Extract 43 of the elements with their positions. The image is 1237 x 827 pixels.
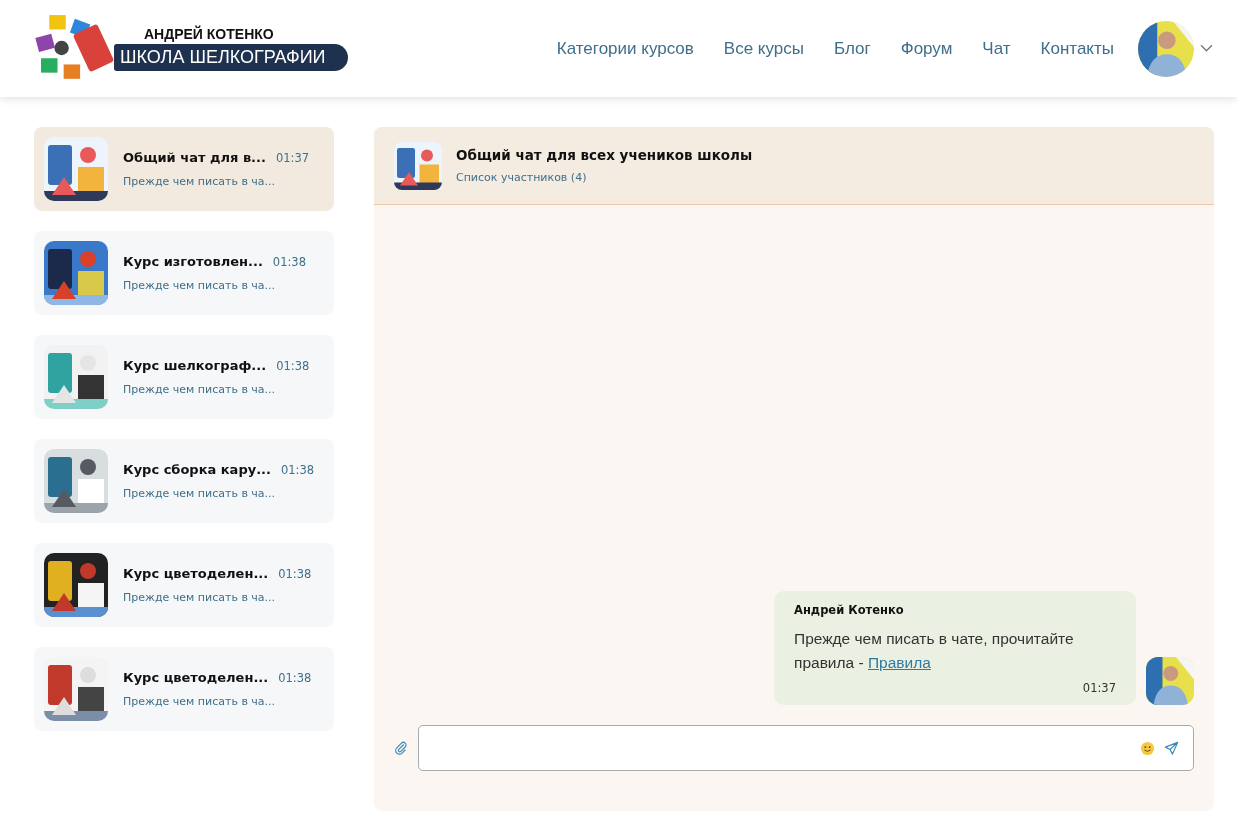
nav-link[interactable]: Чат bbox=[982, 38, 1011, 59]
chat-list-item[interactable]: Курс шелкограф... 01:38 Прежде чем писать в ча... bbox=[34, 335, 334, 419]
nav-link[interactable]: Категории курсов bbox=[556, 38, 694, 59]
logo-title: АНДРЕЙ КОТЕНКО bbox=[144, 26, 274, 42]
chat-name: Курс цветоделен... bbox=[123, 566, 269, 581]
chevron-down-icon[interactable] bbox=[1200, 44, 1213, 53]
rules-link[interactable]: Правила bbox=[867, 654, 931, 671]
chat-time: 01:38 bbox=[278, 671, 312, 685]
chat-time: 01:37 bbox=[275, 151, 310, 165]
message-preview: Прежде чем писать в ча... bbox=[123, 695, 277, 708]
send-icon[interactable] bbox=[1164, 740, 1179, 756]
chat-name: Общий чат для в... bbox=[123, 150, 266, 165]
message-text: Прежде чем писать в чате, прочитайте правила - Правила bbox=[794, 629, 1075, 673]
chat-name: Курс цветоделен... bbox=[123, 670, 269, 685]
message-preview: Прежде чем писать в ча... bbox=[123, 279, 277, 292]
chat-list-item[interactable]: Общий чат для в... 01:37 Прежде чем писать в ча... bbox=[34, 127, 334, 211]
chat-title: Общий чат для всех учеников школы bbox=[456, 147, 753, 163]
chat-list-item[interactable]: Курс сборка кару... 01:38 Прежде чем писать в ча... bbox=[34, 439, 334, 523]
logo-banner: ШКОЛА ШЕЛКОГРАФИИ bbox=[114, 44, 348, 71]
message-preview: Прежде чем писать в ча... bbox=[123, 175, 277, 188]
chat-time: 01:38 bbox=[281, 463, 315, 477]
message-preview: Прежде чем писать в ча... bbox=[123, 487, 277, 500]
members-link[interactable]: Список участников (4) bbox=[456, 171, 753, 184]
chat-list-item[interactable]: Курс изготовлен... 01:38 Прежде чем писать в ча... bbox=[34, 231, 334, 315]
message-time: 01:37 bbox=[1082, 681, 1116, 695]
smiley-icon[interactable] bbox=[1140, 740, 1155, 756]
chat-name: Курс сборка кару... bbox=[123, 462, 271, 477]
chat-name: Курс изготовлен... bbox=[123, 254, 263, 269]
message-author: Андрей Котенко bbox=[794, 603, 905, 617]
message-preview: Прежде чем писать в ча... bbox=[123, 591, 277, 604]
message-preview: Прежде чем писать в ча... bbox=[123, 383, 277, 396]
nav-link[interactable]: Блог bbox=[834, 38, 871, 59]
nav-link[interactable]: Контакты bbox=[1040, 38, 1114, 59]
chat-list-item[interactable]: Курс цветоделен... 01:38 Прежде чем писать в ча... bbox=[34, 543, 334, 627]
chat-list-item[interactable]: Курс цветоделен... 01:38 Прежде чем писать в ча... bbox=[34, 647, 334, 731]
chat-time: 01:38 bbox=[278, 567, 312, 581]
paperclip-icon[interactable] bbox=[394, 741, 408, 755]
chat-time: 01:38 bbox=[276, 359, 310, 373]
nav-link[interactable]: Все курсы bbox=[723, 38, 804, 59]
chat-name: Курс шелкограф... bbox=[123, 358, 267, 373]
message-input[interactable] bbox=[418, 725, 1194, 771]
chat-time: 01:38 bbox=[272, 255, 306, 269]
nav-link[interactable]: Форум bbox=[900, 38, 953, 59]
